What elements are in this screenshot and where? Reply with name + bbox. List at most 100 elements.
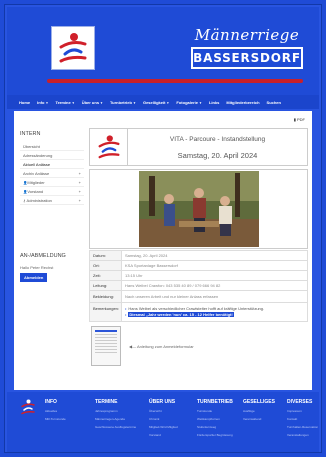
info-row-datum: Datum: Samstag, 20. April 2024	[89, 250, 308, 261]
footer-link[interactable]: Geschlossene Ausflugstermine	[95, 425, 136, 429]
info-value: Samstag, 20. April 2024	[125, 253, 168, 258]
footer-link[interactable]: Vorstand	[149, 433, 178, 437]
sidebar-item-label: Vorstand	[27, 188, 44, 194]
remark-text: Diesmal „Jahr werden 'nun' ca. 15 - 12 H…	[128, 312, 234, 317]
sidebar-item-label: Aktuell Anlässe	[23, 161, 51, 167]
bullet-icon: •	[125, 306, 127, 311]
nav-item-ber-uns[interactable]: Über uns▼	[82, 100, 103, 105]
nav-item-label: Suchen	[266, 99, 281, 105]
info-label: Ort:	[90, 261, 122, 270]
remark-item: • Hans Weibel als verschiedlicher Crawlst…	[125, 306, 304, 311]
footer-link[interactable]: Jahresprogramm	[95, 409, 136, 413]
expand-icon[interactable]: +	[79, 171, 81, 176]
footer-column-turnbetrieb: TURNBETRIEB Turnstunde Wettkampfturnen Stuf…	[197, 399, 233, 441]
expand-icon[interactable]: +	[79, 198, 81, 203]
info-row-zeit: Zeit: 13:15 Uhr	[89, 270, 308, 281]
footer-heading: DIVERSES	[287, 399, 313, 405]
event-logo	[90, 129, 128, 165]
main-nav: Home Info▼ Termine▼ Über uns▼ Turnbetrieb▼ Ge…	[7, 95, 319, 109]
event-photo[interactable]	[138, 171, 259, 247]
footer-heading: GESELLIGES	[243, 399, 275, 405]
sidebar-item-label: Administration	[26, 197, 52, 203]
site-footer: INFO Aktuelles MR-Turnstunde TERMINE Jahresp…	[7, 392, 319, 452]
footer-link[interactable]: Fördersportler Begrüssung	[197, 433, 233, 437]
footer-link[interactable]: Aktuelles	[45, 409, 66, 413]
sidebar-item-label: Adressänderung	[23, 152, 53, 158]
site-header: Männerriege BASSERSDORF	[7, 7, 319, 95]
footer-link[interactable]: Mitglied-Wird Mitglied	[149, 425, 178, 429]
sidebar-item-mitglieder[interactable]: 👤Mitglieder +	[20, 178, 84, 187]
footer-logo-icon	[21, 399, 35, 415]
info-row-bekleidung: Bekleidung: Nach unseren Arbeit und nur k…	[89, 290, 308, 303]
sidebar: INTERN Übersicht Adressänderung Aktuell An…	[20, 131, 84, 282]
nav-item-label: Info	[37, 99, 45, 105]
footer-column-geselliges: GESELLIGES Ausflüge Vereinsabend	[243, 399, 275, 425]
remarks-row: Bemerkungen: • Hans Weibel als verschiedl…	[89, 302, 308, 322]
header-divider	[47, 79, 303, 83]
expand-icon[interactable]: +	[79, 189, 81, 194]
sidebar-item-aktuell-anl-sse[interactable]: Aktuell Anlässe	[20, 160, 84, 169]
chevron-down-icon: ▼	[166, 100, 170, 105]
footer-link[interactable]: Turnhallen-Reservation	[287, 425, 318, 429]
hello-text: Hallo Peter Rechst	[20, 265, 54, 270]
footer-link[interactable]: Stufenlernweg	[197, 425, 233, 429]
footer-link[interactable]: Vereinsabend	[243, 417, 275, 421]
attachment-label: Anleitung zum Anmeldeformular	[136, 343, 194, 349]
info-value: KSA Sportanlage Bassersdorf	[125, 263, 178, 268]
main-content: ▮ PDF INTERN Übersicht Adressänderung Aktu…	[14, 111, 312, 390]
footer-link[interactable]: Kontakt	[287, 417, 318, 421]
footer-heading: TERMINE	[95, 399, 118, 405]
footer-heading: INFO	[45, 399, 57, 405]
attachment-link[interactable]: ◀— Anleitung zum Anmeldeformular	[129, 344, 194, 349]
site-logo[interactable]	[51, 26, 95, 70]
nav-item-links[interactable]: Links	[209, 100, 219, 105]
nav-item-info[interactable]: Info▼	[37, 100, 48, 105]
sidebar-item-archiv-anl-sse[interactable]: Archiv Anlässe +	[20, 169, 84, 178]
mr-logo-icon	[98, 135, 119, 159]
sidebar-title: INTERN	[20, 131, 41, 137]
chevron-down-icon: ▼	[45, 100, 49, 105]
remark-text: Hans Weibel als verschiedlicher Crawlste…	[128, 306, 265, 311]
event-header: VITA - Parcoure - Instandstellung Samsta…	[89, 128, 308, 166]
bullet-icon: •	[125, 312, 127, 317]
footer-link[interactable]: Ausflüge	[243, 409, 275, 413]
nav-item-suchen[interactable]: Suchen	[267, 100, 281, 105]
sidebar-item-adress-nderung[interactable]: Adressänderung	[20, 151, 84, 160]
footer-column-ber-uns: ÜBER UNS Übersicht Chronik Mitglied-Wird Mi…	[149, 399, 178, 441]
info-row-ort: Ort: KSA Sportanlage Bassersdorf	[89, 260, 308, 271]
nav-item-fotogalerie[interactable]: Fotogalerie▼	[176, 100, 202, 105]
remarks-label: Bemerkungen:	[90, 303, 122, 321]
footer-link[interactable]: MR-Turnstunde	[45, 417, 66, 421]
footer-link[interactable]: Männerriegen-Agenda	[95, 417, 136, 421]
nav-item-turnbetrieb[interactable]: Turnbetrieb▼	[110, 100, 136, 105]
footer-link[interactable]: Wettkampfturnen	[197, 417, 233, 421]
pdf-label: PDF	[297, 117, 305, 122]
info-label: Bekleidung:	[90, 291, 122, 302]
sidebar-menu: Übersicht Adressänderung Aktuell Anlässe Ar…	[20, 142, 84, 205]
footer-link[interactable]: Übersicht	[149, 409, 178, 413]
info-label: Zeit:	[90, 271, 122, 280]
nav-item-termine[interactable]: Termine▼	[55, 100, 74, 105]
document-thumbnail[interactable]	[91, 326, 121, 366]
nav-item-geselligkeit[interactable]: Geselligkeit▼	[143, 100, 169, 105]
footer-link[interactable]: Turnstunde	[197, 409, 233, 413]
nav-item-home[interactable]: Home	[19, 100, 30, 105]
expand-icon[interactable]: +	[79, 180, 81, 185]
sidebar-item-administration[interactable]: ⚷ Administration +	[20, 196, 84, 205]
attachment[interactable]: ◀— Anleitung zum Anmeldeformular	[89, 326, 308, 366]
chevron-down-icon: ▼	[132, 100, 136, 105]
logout-button[interactable]: Abmelden	[20, 273, 48, 282]
chevron-down-icon: ▼	[100, 100, 104, 105]
footer-link[interactable]: Chronik	[149, 417, 178, 421]
info-value: Hans Weibel Crawfon: 043 535 40 89 / 079…	[125, 283, 221, 288]
sidebar-item-vorstand[interactable]: 👤Vorstand +	[20, 187, 84, 196]
footer-link[interactable]: Veranstaltungen	[287, 433, 318, 437]
footer-link[interactable]: Impressum	[287, 409, 318, 413]
sidebar-item-bersicht[interactable]: Übersicht	[20, 142, 84, 151]
pdf-link[interactable]: ▮ PDF	[294, 117, 305, 122]
chevron-down-icon: ▼	[71, 100, 75, 105]
event-detail: VITA - Parcoure - Instandstellung Samsta…	[89, 128, 308, 366]
nav-item-mitgliederbereich[interactable]: Mitgliederbereich	[226, 100, 259, 105]
nav-item-label: Links	[208, 99, 220, 105]
event-date-headline: Samstag, 20. April 2024	[177, 151, 258, 160]
